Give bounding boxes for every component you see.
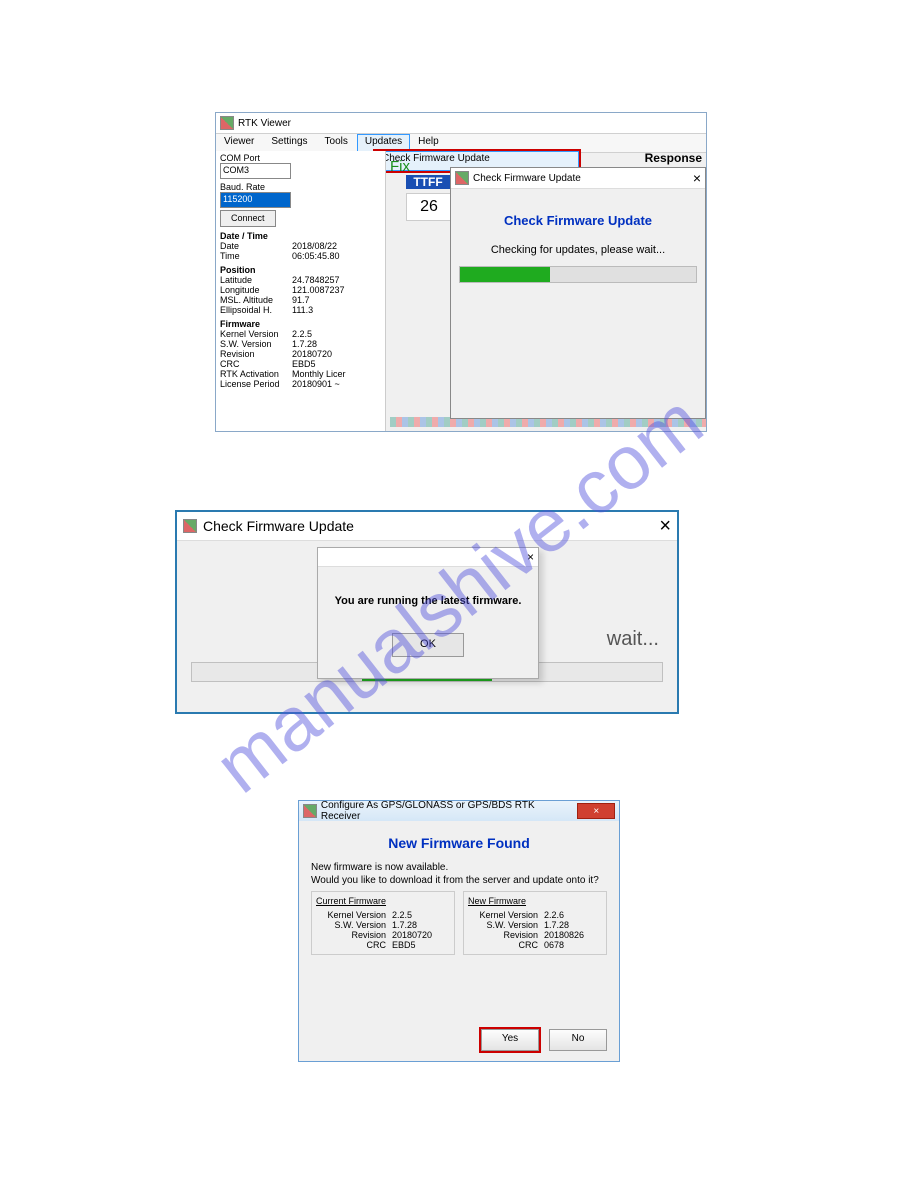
new-firmware-col: New Firmware Kernel Version2.2.6 S.W. Ve… [463,891,607,955]
new-sw-val: 1.7.28 [544,920,569,930]
dialog-title: Check Firmware Update [473,173,581,184]
response-header: Response [645,151,702,165]
current-header: Current Firmware [316,896,450,906]
baud-rate-label: Baud. Rate [220,182,381,192]
cur-sw-val: 1.7.28 [392,920,417,930]
new-kernel-key: Kernel Version [468,910,544,920]
menu-help[interactable]: Help [410,134,448,152]
message-box: × You are running the latest firmware. O… [317,547,539,679]
baud-rate-select[interactable]: 115200 [220,192,291,208]
msl-value: 91.7 [292,295,310,305]
dialog-titlebar: Check Firmware Update × [451,168,705,189]
crc-key: CRC [220,359,292,369]
rtk-value: Monthly Licer [292,369,346,379]
close-icon[interactable]: × [527,550,534,564]
check-firmware-dialog: Check Firmware Update × Check Firmware U… [450,167,706,419]
new-crc-val: 0678 [544,940,564,950]
rtk-key: RTK Activation [220,369,292,379]
progress-bar [459,266,697,283]
left-panel: COM Port COM3 Baud. Rate 115200 Connect … [216,151,386,431]
msg-line1: New firmware is now available. [311,862,448,873]
window-title: Check Firmware Update [203,518,354,534]
menu-tools[interactable]: Tools [317,134,357,152]
msgbox-titlebar: × [318,548,538,567]
new-sw-key: S.W. Version [468,920,544,930]
menu-updates[interactable]: Updates [357,134,410,152]
no-button[interactable]: No [549,1029,607,1051]
app-icon [183,519,197,533]
current-firmware-col: Current Firmware Kernel Version2.2.5 S.W… [311,891,455,955]
app-icon [220,116,234,130]
new-rev-val: 20180826 [544,930,584,940]
window-title: RTK Viewer [238,118,291,129]
connect-button[interactable]: Connect [220,210,276,227]
window-titlebar: Check Firmware Update × [177,512,677,541]
new-rev-key: Revision [468,930,544,940]
screenshot-rtk-viewer: RTK Viewer Viewer Settings Tools Updates… [215,112,707,432]
yes-button[interactable]: Yes [481,1029,539,1051]
lon-value: 121.0087237 [292,285,345,295]
com-port-label: COM Port [220,153,381,163]
ell-key: Ellipsoidal H. [220,305,292,315]
section-position: Position [220,265,381,275]
close-icon[interactable]: × [577,803,615,819]
lat-key: Latitude [220,275,292,285]
dialog-heading: New Firmware Found [299,835,619,851]
dialog-message: Checking for updates, please wait... [451,244,705,256]
menu-settings[interactable]: Settings [263,134,316,152]
progress-fill [460,267,550,282]
cur-kernel-val: 2.2.5 [392,910,412,920]
kernel-key: Kernel Version [220,329,292,339]
fix-status-label: Fix [390,158,410,175]
cur-rev-val: 20180720 [392,930,432,940]
date-key: Date [220,241,292,251]
lic-value: 20180901 ~ [292,379,340,389]
dialog-heading: Check Firmware Update [451,213,705,228]
sw-key: S.W. Version [220,339,292,349]
close-icon[interactable]: × [659,515,671,538]
com-port-select[interactable]: COM3 [220,163,291,179]
dialog-icon [455,171,469,185]
section-firmware: Firmware [220,319,381,329]
screenshot-latest-firmware: Check Firmware Update × wait... × You ar… [175,510,679,714]
ell-value: 111.3 [292,305,313,315]
time-key: Time [220,251,292,261]
msl-key: MSL. Altitude [220,295,292,305]
cur-kernel-key: Kernel Version [316,910,392,920]
cur-crc-val: EBD5 [392,940,416,950]
ttff-header: TTFF [406,175,450,189]
cur-crc-key: CRC [316,940,392,950]
section-date-time: Date / Time [220,231,381,241]
lon-key: Longitude [220,285,292,295]
window-titlebar: Configure As GPS/GLONASS or GPS/BDS RTK … [299,801,619,821]
menu-viewer[interactable]: Viewer [216,134,263,152]
time-value: 06:05:45.80 [292,251,340,261]
date-value: 2018/08/22 [292,241,337,251]
ttff-value: 26 [406,193,452,221]
dialog-message: New firmware is now available. Would you… [311,861,607,887]
app-icon [303,804,317,818]
window-titlebar: RTK Viewer [216,113,706,134]
ok-button[interactable]: OK [392,633,464,657]
firmware-compare: Current Firmware Kernel Version2.2.5 S.W… [311,891,607,955]
cur-rev-key: Revision [316,930,392,940]
rev-key: Revision [220,349,292,359]
msgbox-message: You are running the latest firmware. [318,595,538,607]
window-title: Configure As GPS/GLONASS or GPS/BDS RTK … [321,800,574,822]
dialog-buttons: Yes No [481,1029,607,1051]
msg-line2: Would you like to download it from the s… [311,875,599,886]
sw-value: 1.7.28 [292,339,317,349]
cur-sw-key: S.W. Version [316,920,392,930]
new-crc-key: CRC [468,940,544,950]
lic-key: License Period [220,379,292,389]
rev-value: 20180720 [292,349,332,359]
new-kernel-val: 2.2.6 [544,910,564,920]
lat-value: 24.7848257 [292,275,340,285]
close-icon[interactable]: × [693,170,701,186]
kernel-value: 2.2.5 [292,329,312,339]
screenshot-new-firmware-found: Configure As GPS/GLONASS or GPS/BDS RTK … [298,800,620,1062]
background-wait-text: wait... [607,628,659,651]
crc-value: EBD5 [292,359,316,369]
new-header: New Firmware [468,896,602,906]
